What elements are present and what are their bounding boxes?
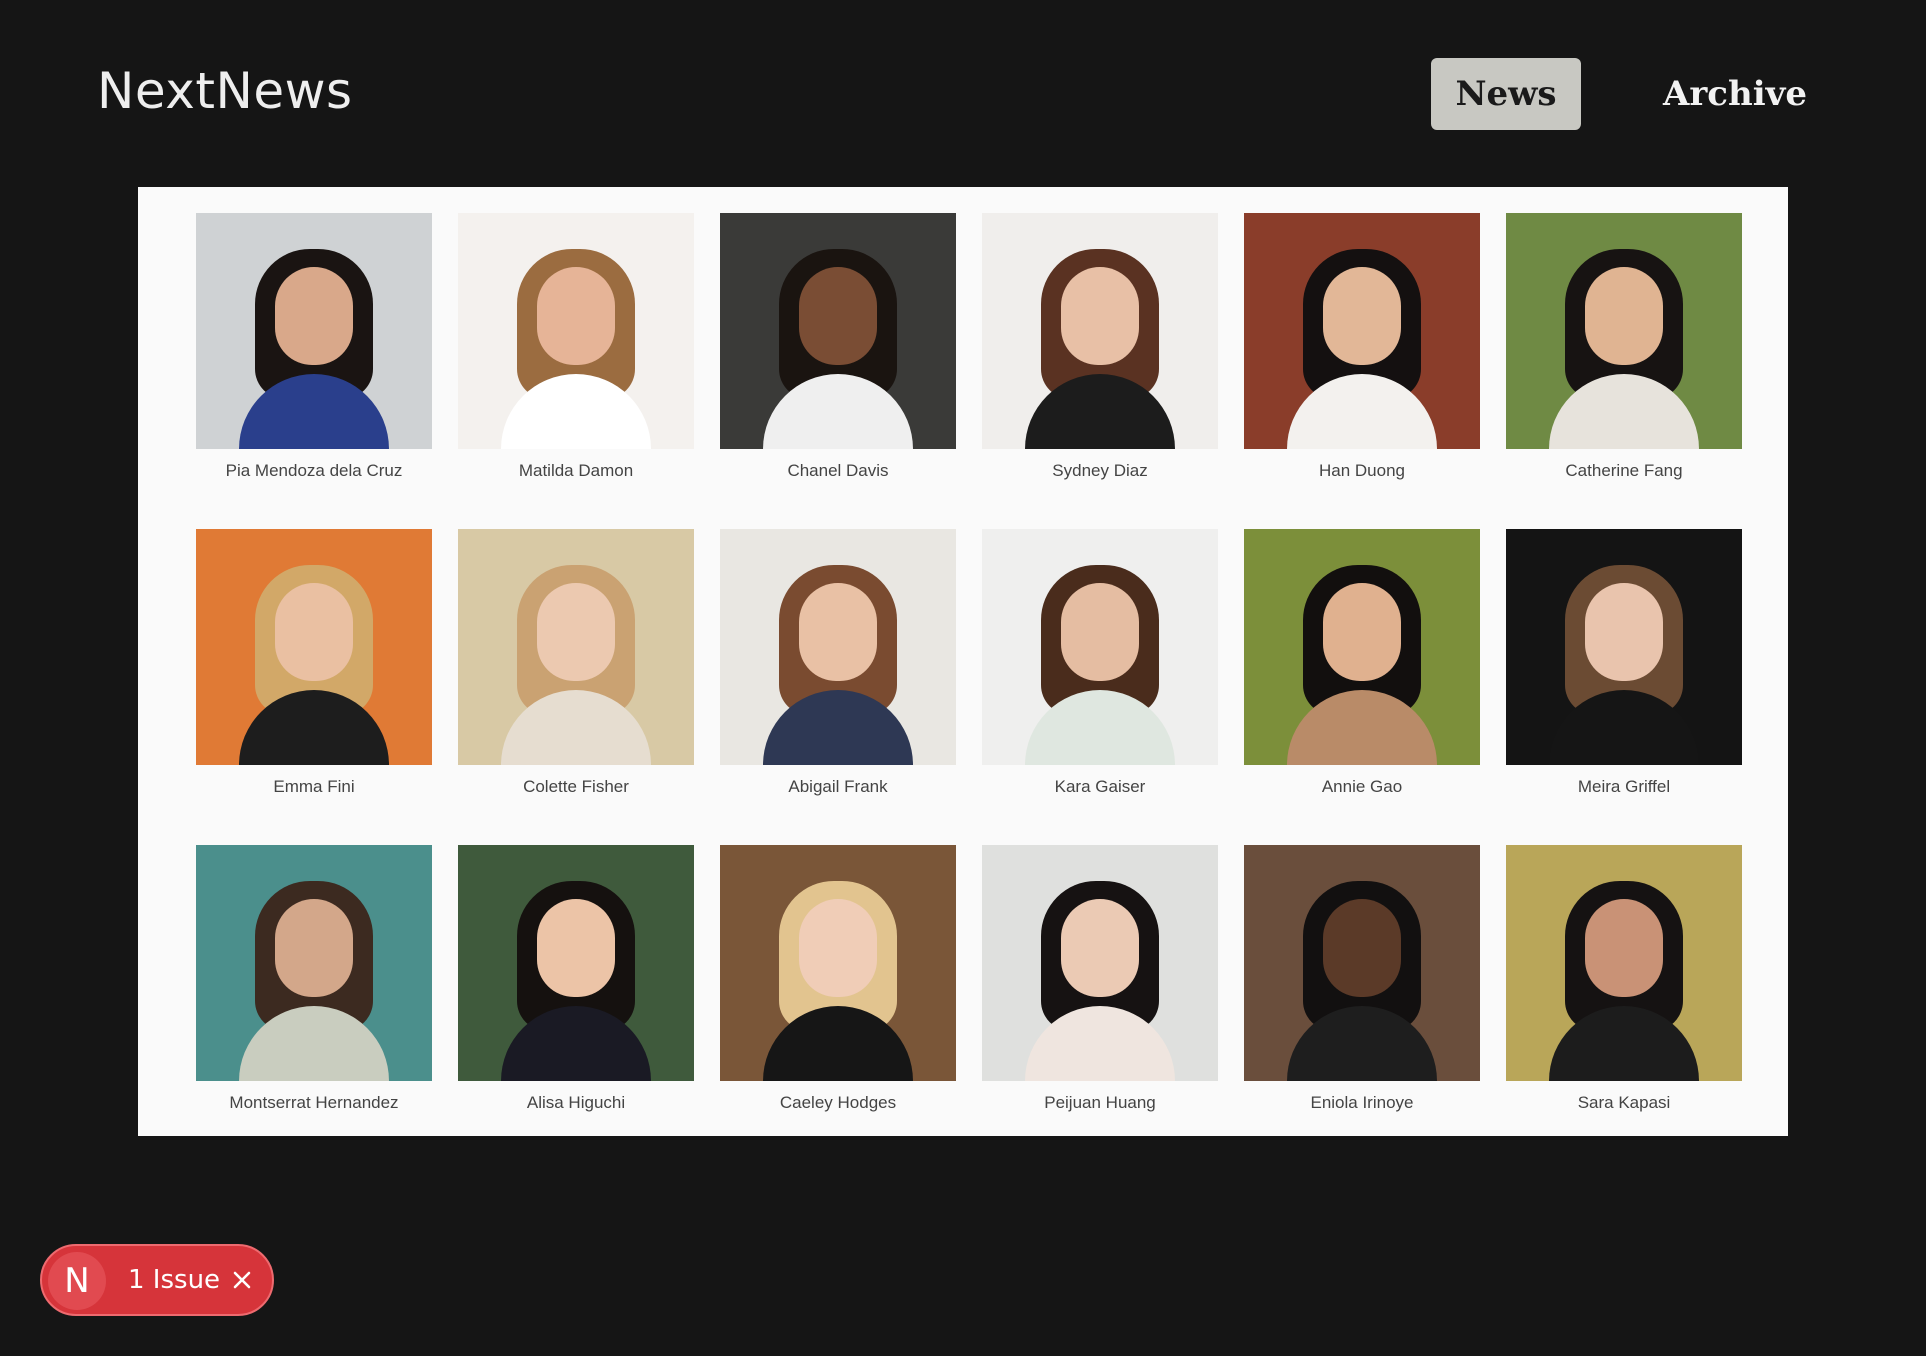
person-name: Han Duong <box>1318 461 1405 480</box>
person-photo[interactable] <box>720 213 956 449</box>
photo-face <box>1323 899 1401 997</box>
person-card[interactable]: Catherine Fang <box>1506 213 1742 503</box>
photo-face <box>1323 583 1401 681</box>
photo-face <box>1585 899 1663 997</box>
person-card[interactable]: Emma Fini <box>196 529 432 819</box>
staff-gallery: Pia Mendoza dela Cruz Matilda Damon Chanel… <box>138 187 1788 1136</box>
page: NextNews News Archive Pia Mendoza dela C… <box>0 0 1926 1356</box>
person-photo[interactable] <box>982 845 1218 1081</box>
issues-badge[interactable]: N 1 Issue <box>40 1244 274 1316</box>
photo-face <box>1585 267 1663 365</box>
photo-face <box>537 583 615 681</box>
photo-face <box>275 267 353 365</box>
person-photo[interactable] <box>196 845 432 1081</box>
person-name: Meira Griffel <box>1577 777 1671 796</box>
person-name: Colette Fisher <box>523 777 629 796</box>
person-card[interactable]: Eniola Irinoye <box>1244 845 1480 1135</box>
person-name: Chanel Davis <box>787 461 889 480</box>
person-card[interactable]: Pia Mendoza dela Cruz <box>196 213 432 503</box>
person-card[interactable]: Abigail Frank <box>720 529 956 819</box>
person-name: Alisa Higuchi <box>526 1093 626 1112</box>
photo-face <box>1061 583 1139 681</box>
person-photo[interactable] <box>458 213 694 449</box>
photo-face <box>1061 267 1139 365</box>
person-name: Matilda Damon <box>518 461 634 480</box>
photo-face <box>799 267 877 365</box>
person-photo[interactable] <box>1506 529 1742 765</box>
person-card[interactable]: Han Duong <box>1244 213 1480 503</box>
nextjs-logo-icon: N <box>48 1252 106 1310</box>
person-card[interactable]: Montserrat Hernandez <box>196 845 432 1135</box>
photo-face <box>1061 899 1139 997</box>
person-photo[interactable] <box>1506 845 1742 1081</box>
close-icon[interactable] <box>226 1264 258 1296</box>
issue-count-label[interactable]: 1 Issue <box>128 1246 220 1314</box>
person-photo[interactable] <box>1244 845 1480 1081</box>
person-name: Annie Gao <box>1321 777 1403 796</box>
person-photo[interactable] <box>1244 213 1480 449</box>
person-photo[interactable] <box>458 845 694 1081</box>
photo-face <box>799 899 877 997</box>
photo-face <box>1323 267 1401 365</box>
person-card[interactable]: Meira Griffel <box>1506 529 1742 819</box>
person-name: Caeley Hodges <box>779 1093 897 1112</box>
person-name: Peijuan Huang <box>1044 1093 1156 1112</box>
person-name: Sydney Diaz <box>1052 461 1148 480</box>
person-card[interactable]: Matilda Damon <box>458 213 694 503</box>
person-name: Kara Gaiser <box>1054 777 1146 796</box>
person-name: Abigail Frank <box>788 777 888 796</box>
site-header: NextNews News Archive <box>0 0 1926 190</box>
main-nav: News Archive <box>0 58 1926 130</box>
person-card[interactable]: Caeley Hodges <box>720 845 956 1135</box>
person-photo[interactable] <box>458 529 694 765</box>
person-photo[interactable] <box>196 213 432 449</box>
person-card[interactable]: Sydney Diaz <box>982 213 1218 503</box>
person-card[interactable]: Annie Gao <box>1244 529 1480 819</box>
nav-archive-link[interactable]: Archive <box>1640 58 1830 130</box>
person-photo[interactable] <box>196 529 432 765</box>
person-card[interactable]: Peijuan Huang <box>982 845 1218 1135</box>
photo-face <box>275 583 353 681</box>
person-photo[interactable] <box>982 529 1218 765</box>
person-card[interactable]: Colette Fisher <box>458 529 694 819</box>
person-photo[interactable] <box>1506 213 1742 449</box>
person-card[interactable]: Kara Gaiser <box>982 529 1218 819</box>
person-photo[interactable] <box>982 213 1218 449</box>
person-card[interactable]: Chanel Davis <box>720 213 956 503</box>
photo-face <box>537 899 615 997</box>
person-name: Sara Kapasi <box>1577 1093 1671 1112</box>
person-name: Eniola Irinoye <box>1310 1093 1414 1112</box>
photo-face <box>537 267 615 365</box>
person-photo[interactable] <box>720 845 956 1081</box>
person-card[interactable]: Alisa Higuchi <box>458 845 694 1135</box>
nav-news-link[interactable]: News <box>1431 58 1581 130</box>
photo-face <box>275 899 353 997</box>
person-photo[interactable] <box>1244 529 1480 765</box>
person-name: Emma Fini <box>273 777 355 796</box>
person-name: Catherine Fang <box>1565 461 1683 480</box>
photo-face <box>799 583 877 681</box>
person-photo[interactable] <box>720 529 956 765</box>
person-name: Montserrat Hernandez <box>229 1093 399 1112</box>
person-card[interactable]: Sara Kapasi <box>1506 845 1742 1135</box>
photo-face <box>1585 583 1663 681</box>
person-name: Pia Mendoza dela Cruz <box>225 461 403 480</box>
